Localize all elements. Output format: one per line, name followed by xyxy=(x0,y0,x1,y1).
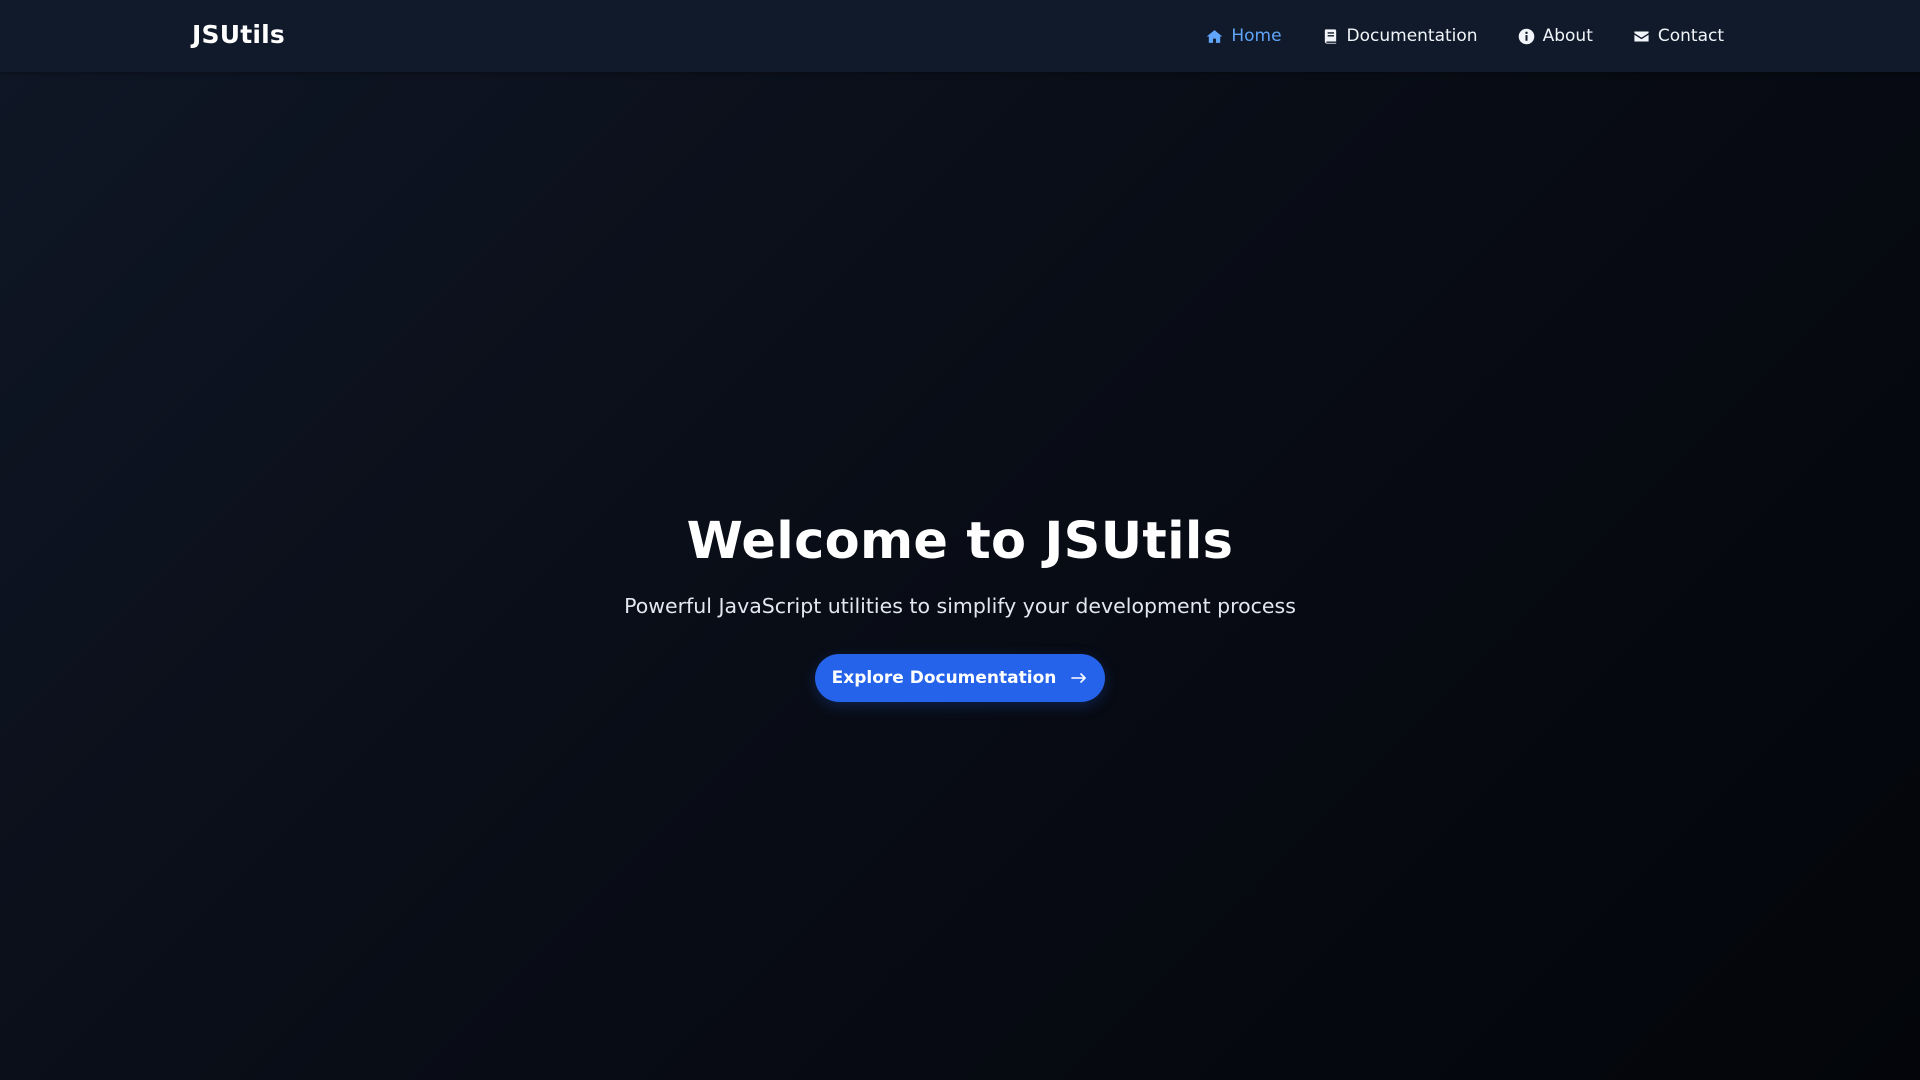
nav-item-label: Home xyxy=(1231,26,1282,46)
explore-documentation-button[interactable]: Explore Documentation xyxy=(815,654,1105,702)
arrow-right-icon xyxy=(1071,673,1087,683)
cta-label: Explore Documentation xyxy=(831,668,1057,688)
nav-item-about[interactable]: About xyxy=(1518,26,1593,46)
nav-item-contact[interactable]: Contact xyxy=(1633,26,1724,46)
nav-item-label: About xyxy=(1542,26,1593,46)
navbar: JSUtils Home Documentation About Contact xyxy=(0,0,1920,72)
hero-title: Welcome to JSUtils xyxy=(686,512,1234,571)
nav-item-home[interactable]: Home xyxy=(1206,26,1282,46)
info-circle-icon xyxy=(1518,28,1534,44)
nav-item-label: Contact xyxy=(1657,26,1724,46)
hero-section: Welcome to JSUtils Powerful JavaScript u… xyxy=(0,72,1920,1080)
brand-logo[interactable]: JSUtils xyxy=(192,20,285,49)
envelope-icon xyxy=(1634,31,1649,41)
book-icon xyxy=(1324,28,1336,44)
home-icon xyxy=(1207,29,1223,43)
nav-item-label: Documentation xyxy=(1346,26,1478,46)
hero-subtitle: Powerful JavaScript utilities to simplif… xyxy=(624,594,1296,618)
nav-item-documentation[interactable]: Documentation xyxy=(1322,26,1478,46)
nav-menu: Home Documentation About Contact xyxy=(1206,0,1724,72)
